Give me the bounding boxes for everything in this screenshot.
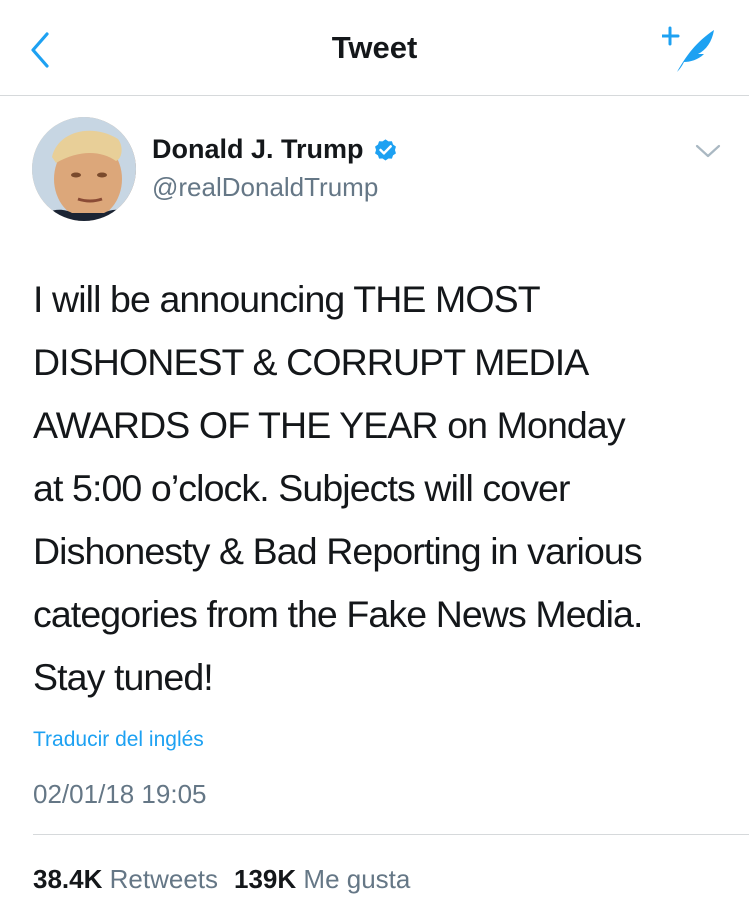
likes-label: Me gusta — [303, 864, 411, 894]
tweet-text: I will be announcing THE MOST DISHONEST … — [33, 278, 643, 698]
profile-photo — [32, 117, 136, 221]
chevron-down-icon — [695, 144, 721, 158]
page-title: Tweet — [331, 30, 418, 65]
avatar[interactable] — [32, 117, 136, 221]
author-handle[interactable]: @realDonaldTrump — [152, 172, 378, 203]
tweet-options-button[interactable] — [694, 142, 722, 160]
compose-tweet-button[interactable] — [660, 24, 718, 76]
navigation-bar: Tweet — [0, 0, 749, 96]
retweets-stat[interactable]: 38.4K Retweets — [33, 864, 218, 894]
divider — [33, 834, 749, 835]
tweet-timestamp: 02/01/18 19:05 — [33, 779, 207, 809]
author-name[interactable]: Donald J. Trump — [152, 134, 399, 165]
tweet-stats: 38.4K Retweets 139K Me gusta — [33, 864, 410, 895]
compose-feather-icon — [660, 26, 714, 72]
author-name-label: Donald J. Trump — [152, 134, 364, 164]
retweets-count: 38.4K — [33, 864, 103, 894]
likes-count: 139K — [234, 864, 297, 894]
verified-badge-icon — [374, 139, 396, 161]
retweets-label: Retweets — [109, 864, 219, 894]
translate-link[interactable]: Traducir del inglés — [33, 728, 204, 752]
likes-stat[interactable]: 139K Me gusta — [234, 864, 410, 894]
